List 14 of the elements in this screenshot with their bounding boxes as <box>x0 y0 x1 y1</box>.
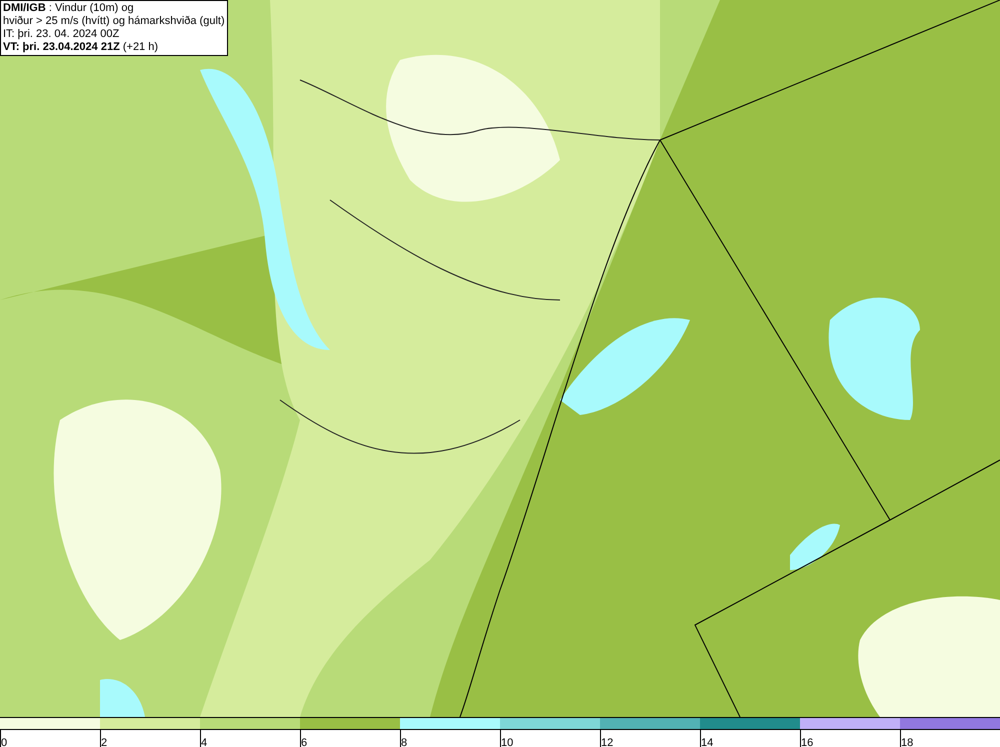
scale-label: 10 <box>501 737 514 747</box>
scale-label: 12 <box>601 737 614 747</box>
scale-label: 18 <box>901 737 914 747</box>
scale-label: 4 <box>201 737 208 747</box>
scale-label: 8 <box>401 737 408 747</box>
title-text: hviður > 25 m/s (hvítt) og hámarkshviða (gult) <box>3 15 225 28</box>
title-text: IT: þri. 23. 04. 2024 00Z <box>3 28 120 41</box>
scale-label: 14 <box>701 737 714 747</box>
scale-label: 0 <box>1 737 8 747</box>
scale-label: 16 <box>801 737 814 747</box>
title-text: DMI/IGB : Vindur (10m) og <box>3 2 135 15</box>
title-text: VT: þri. 23.04.2024 21Z (+21 h) <box>3 41 160 54</box>
scale-label: 2 <box>101 737 108 747</box>
scale-label: 6 <box>301 737 308 747</box>
